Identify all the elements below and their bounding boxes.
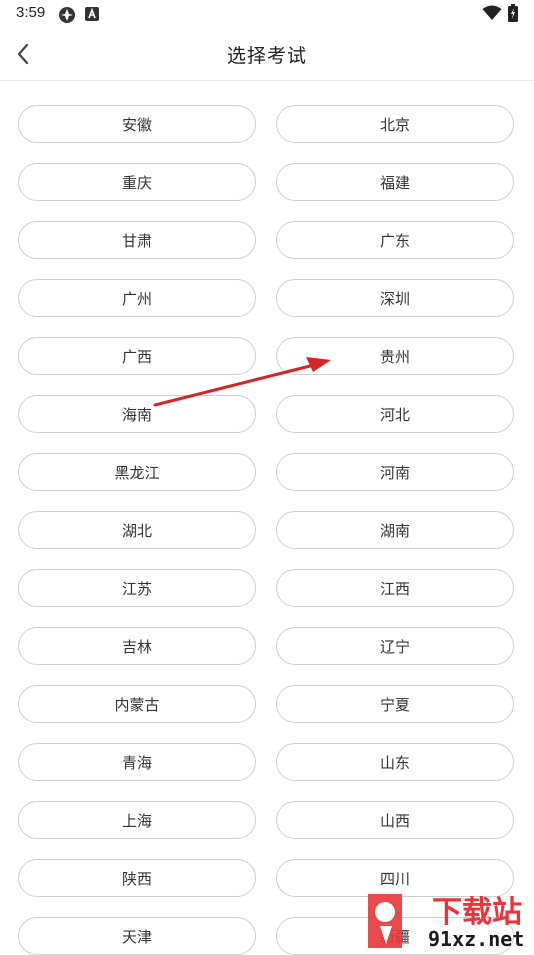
exam-option-button[interactable]: 湖北 (18, 511, 256, 549)
exam-option-button[interactable]: 吉林 (18, 627, 256, 665)
exam-option-label: 山西 (379, 811, 410, 830)
exam-option-button[interactable]: 北京 (276, 105, 514, 143)
exam-option-label: 辽宁 (379, 637, 410, 656)
header: 选择考试 (0, 28, 534, 81)
exam-option-button[interactable]: 安徽 (18, 105, 256, 143)
exam-option-label: 山东 (379, 753, 410, 772)
exam-option-button[interactable]: 河北 (276, 395, 514, 433)
exam-option-label: 北京 (379, 115, 410, 134)
exam-option-button[interactable]: 天津 (18, 917, 256, 955)
exam-option-label: 吉林 (121, 637, 152, 656)
exam-option-button[interactable]: 新疆 (276, 917, 514, 955)
exam-option-label: 贵州 (379, 347, 410, 366)
exam-option-button[interactable]: 湖南 (276, 511, 514, 549)
exam-option-label: 海南 (121, 405, 152, 424)
exam-option-label: 四川 (379, 869, 410, 888)
exam-option-button[interactable]: 深圳 (276, 279, 514, 317)
app-notification-icon (58, 6, 76, 28)
exam-option-label: 新疆 (379, 927, 410, 946)
exam-option-button[interactable]: 广州 (18, 279, 256, 317)
status-time: 3:59 (16, 4, 46, 21)
exam-option-label: 广西 (121, 347, 152, 366)
exam-option-label: 深圳 (379, 289, 410, 308)
exam-option-button[interactable]: 陕西 (18, 859, 256, 897)
accessibility-notification-icon (84, 6, 100, 26)
exam-option-label: 宁夏 (379, 695, 410, 714)
exam-option-label: 上海 (121, 811, 152, 830)
exam-option-label: 安徽 (121, 115, 152, 134)
exam-option-button[interactable]: 广东 (276, 221, 514, 259)
exam-option-label: 江西 (379, 579, 410, 598)
exam-option-button[interactable]: 河南 (276, 453, 514, 491)
exam-option-button[interactable]: 重庆 (18, 163, 256, 201)
exam-option-button[interactable]: 辽宁 (276, 627, 514, 665)
status-bar: 3:59 (0, 0, 534, 28)
page-title: 选择考试 (226, 45, 307, 67)
exam-option-button[interactable]: 青海 (18, 743, 256, 781)
exam-option-label: 广州 (121, 289, 152, 308)
exam-option-button[interactable]: 江苏 (18, 569, 256, 607)
exam-option-label: 湖南 (379, 521, 410, 540)
exam-option-button[interactable]: 山西 (276, 801, 514, 839)
exam-option-label: 河北 (379, 405, 410, 424)
exam-option-label: 甘肃 (121, 231, 152, 250)
exam-option-label: 黑龙江 (114, 463, 160, 482)
exam-option-label: 重庆 (121, 173, 152, 192)
exam-option-label: 内蒙古 (114, 695, 160, 714)
exam-option-button[interactable]: 宁夏 (276, 685, 514, 723)
exam-option-button[interactable]: 贵州 (276, 337, 514, 375)
exam-option-label: 湖北 (121, 521, 152, 540)
exam-option-button[interactable]: 黑龙江 (18, 453, 256, 491)
exam-option-label: 江苏 (121, 579, 152, 598)
exam-option-label: 广东 (379, 231, 410, 250)
exam-option-label: 天津 (121, 927, 152, 946)
exam-option-label: 青海 (121, 753, 152, 772)
exam-option-button[interactable]: 山东 (276, 743, 514, 781)
exam-option-button[interactable]: 上海 (18, 801, 256, 839)
exam-option-button[interactable]: 内蒙古 (18, 685, 256, 723)
exam-option-button[interactable]: 海南 (18, 395, 256, 433)
battery-icon (508, 4, 518, 26)
exam-option-button[interactable]: 广西 (18, 337, 256, 375)
exam-option-button[interactable]: 福建 (276, 163, 514, 201)
wifi-icon (482, 5, 502, 25)
exam-option-label: 河南 (379, 463, 410, 482)
exam-option-label: 陕西 (121, 869, 152, 888)
exam-option-button[interactable]: 四川 (276, 859, 514, 897)
exam-option-button[interactable]: 甘肃 (18, 221, 256, 259)
exam-option-button[interactable]: 江西 (276, 569, 514, 607)
exam-option-label: 福建 (379, 173, 410, 192)
